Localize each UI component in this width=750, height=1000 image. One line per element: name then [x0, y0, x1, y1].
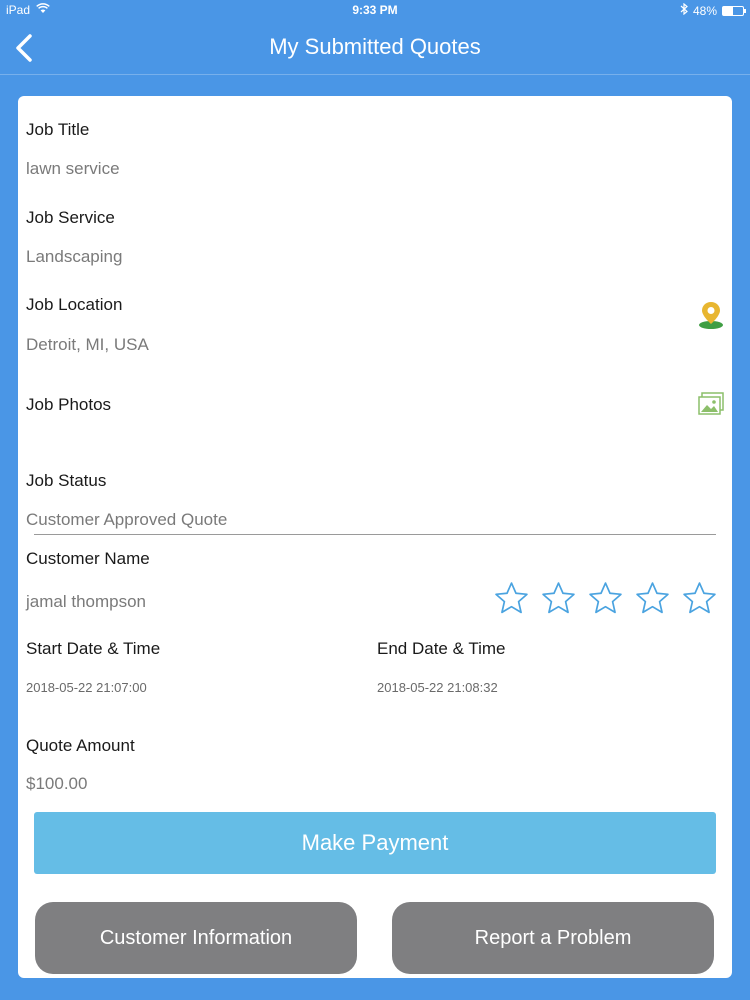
start-date-value: 2018-05-22 21:07:00	[26, 680, 147, 695]
battery-level	[723, 6, 733, 15]
end-date-value: 2018-05-22 21:08:32	[377, 680, 498, 695]
nav-bar: My Submitted Quotes	[0, 22, 750, 75]
job-status-label: Job Status	[26, 471, 107, 490]
report-problem-button[interactable]: Report a Problem	[392, 902, 714, 974]
job-location-value: Detroit, MI, USA	[26, 335, 149, 354]
star-outline-icon[interactable]	[540, 580, 577, 617]
star-outline-icon[interactable]	[493, 580, 530, 617]
job-title-value: lawn service	[26, 159, 120, 178]
star-outline-icon[interactable]	[634, 580, 671, 617]
customer-information-button[interactable]: Customer Information	[35, 902, 357, 974]
rating-stars	[493, 580, 718, 617]
status-time: 9:33 PM	[352, 3, 398, 17]
job-title-label: Job Title	[26, 120, 90, 139]
quote-amount-label: Quote Amount	[26, 736, 135, 755]
photo-gallery-icon[interactable]	[697, 392, 725, 416]
battery-percent: 48%	[692, 3, 717, 18]
star-outline-icon[interactable]	[681, 580, 718, 617]
customer-name-value: jamal thompson	[26, 592, 147, 611]
battery-icon	[722, 5, 746, 16]
star-outline-icon[interactable]	[587, 580, 624, 617]
bluetooth-icon	[680, 2, 688, 18]
page-title: My Submitted Quotes	[269, 34, 481, 59]
divider	[34, 534, 716, 535]
start-date-label: Start Date & Time	[26, 639, 161, 658]
end-date-label: End Date & Time	[377, 639, 506, 658]
job-photos-label: Job Photos	[26, 395, 112, 414]
make-payment-button[interactable]: Make Payment	[34, 812, 716, 874]
job-location-label: Job Location	[26, 295, 123, 314]
job-service-value: Landscaping	[26, 247, 123, 266]
map-pin-icon[interactable]	[697, 300, 725, 330]
status-bar: iPad 9:33 PM 48%	[0, 0, 750, 22]
quote-detail-card: Job Title lawn service Job Service Lands…	[18, 96, 732, 978]
quote-amount-value: $100.00	[26, 774, 88, 793]
job-service-label: Job Service	[26, 208, 115, 227]
customer-name-label: Customer Name	[26, 549, 150, 568]
job-status-value: Customer Approved Quote	[26, 510, 228, 529]
